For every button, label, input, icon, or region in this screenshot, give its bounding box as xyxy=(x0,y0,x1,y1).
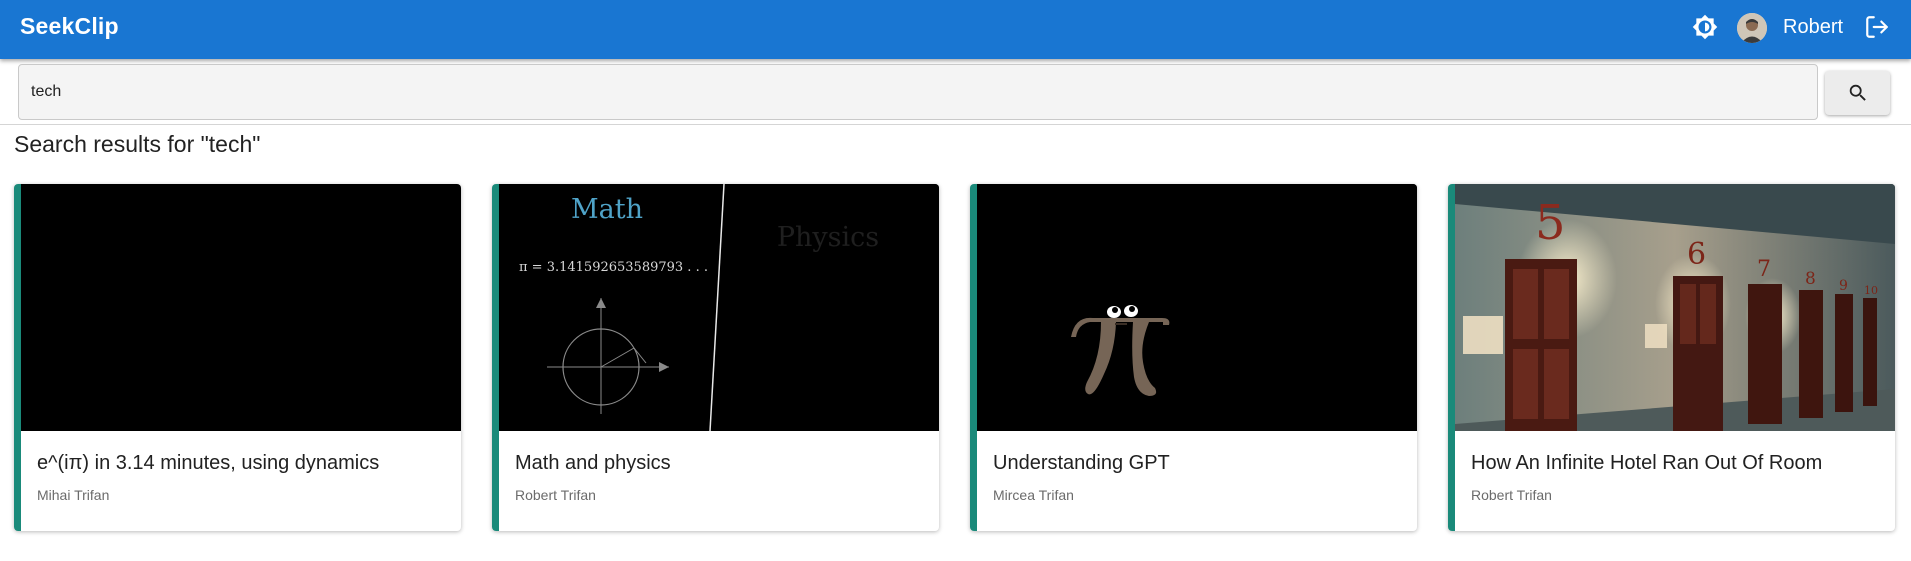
thumb-physics-label: Physics xyxy=(777,222,879,253)
search-icon xyxy=(1847,84,1869,107)
card-accent xyxy=(970,184,977,531)
thumb-math-label: Math xyxy=(571,194,643,225)
card-accent xyxy=(492,184,499,531)
search-input[interactable] xyxy=(31,73,1801,111)
app-logo[interactable]: SeekClip xyxy=(20,13,119,40)
video-card[interactable]: 5 6 7 8 9 10 How An Infinite Hotel Ran O… xyxy=(1448,184,1895,531)
video-author: Mihai Trifan xyxy=(37,487,110,503)
svg-text:8: 8 xyxy=(1805,269,1816,289)
svg-text:9: 9 xyxy=(1839,278,1848,294)
username[interactable]: Robert xyxy=(1783,16,1843,39)
video-thumbnail[interactable]: 5 6 7 8 9 10 xyxy=(1455,184,1895,431)
card-accent xyxy=(1448,184,1455,531)
video-card[interactable]: e^(iπ) in 3.14 minutes, using dynamics M… xyxy=(14,184,461,531)
logout-icon[interactable] xyxy=(1864,14,1890,40)
video-author: Mircea Trifan xyxy=(993,487,1074,503)
avatar[interactable] xyxy=(1737,13,1767,43)
svg-text:7: 7 xyxy=(1757,257,1771,282)
video-author: Robert Trifan xyxy=(515,487,596,503)
video-thumbnail[interactable]: Math Physics π = 3.141592653589793 . . . xyxy=(499,184,939,431)
video-thumbnail[interactable] xyxy=(21,184,461,431)
video-title[interactable]: e^(iπ) in 3.14 minutes, using dynamics xyxy=(37,452,379,475)
search-bar xyxy=(0,59,1911,125)
video-card[interactable]: Understanding GPT Mircea Trifan xyxy=(970,184,1417,531)
search-field[interactable] xyxy=(18,64,1818,120)
thumb-pi-label: π = 3.141592653589793 . . . xyxy=(519,260,708,275)
video-author: Robert Trifan xyxy=(1471,487,1552,503)
svg-text:10: 10 xyxy=(1864,284,1878,297)
video-title[interactable]: Understanding GPT xyxy=(993,452,1170,475)
card-accent xyxy=(14,184,21,531)
video-card[interactable]: Math Physics π = 3.141592653589793 . . .… xyxy=(492,184,939,531)
svg-text:5: 5 xyxy=(1535,195,1566,251)
app-bar: SeekClip Robert xyxy=(0,0,1911,59)
svg-text:6: 6 xyxy=(1687,237,1706,272)
results-title: Search results for "tech" xyxy=(14,131,261,157)
video-title[interactable]: How An Infinite Hotel Ran Out Of Room xyxy=(1471,452,1822,475)
video-thumbnail[interactable] xyxy=(977,184,1417,431)
search-button[interactable] xyxy=(1825,71,1890,115)
video-title[interactable]: Math and physics xyxy=(515,452,671,475)
brightness-icon[interactable] xyxy=(1692,14,1718,40)
